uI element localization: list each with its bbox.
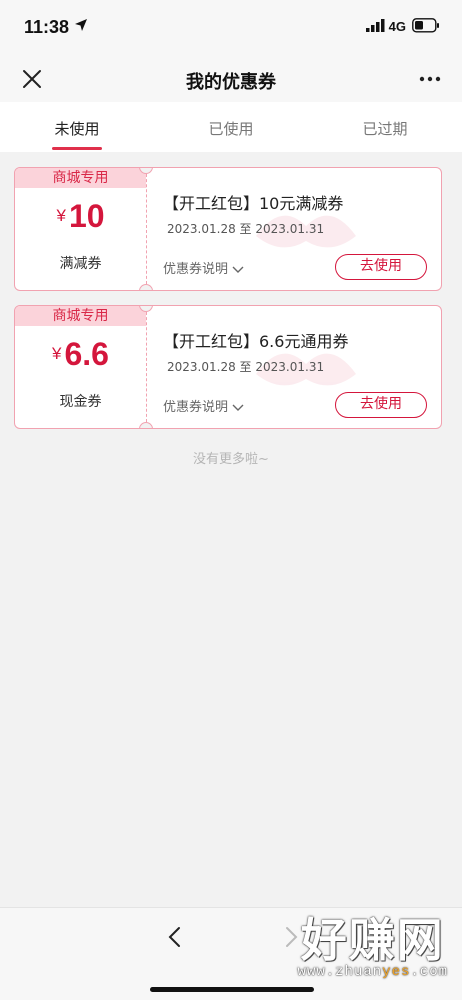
status-bar: 11:38 4G: [0, 0, 462, 56]
watermark-main-text: 好赚网: [300, 913, 445, 967]
coupon-info-toggle[interactable]: 优惠券说明: [163, 258, 244, 277]
nav-bar: 我的优惠券: [0, 56, 462, 102]
currency-symbol: ¥: [56, 206, 66, 225]
amount-value: 10: [68, 198, 105, 234]
coupon-tabs: 未使用 已使用 已过期: [0, 102, 462, 152]
tab-used[interactable]: 已使用: [154, 102, 308, 152]
coupon-divider: [146, 312, 147, 422]
location-arrow-icon: [75, 19, 87, 31]
coupon-title: 【开工红包】10元满减券: [163, 194, 344, 213]
coupon-divider: [146, 174, 147, 284]
use-coupon-button[interactable]: 去使用: [335, 254, 427, 280]
coupon-tag: 商城专用: [15, 306, 146, 326]
coupon-info-label: 优惠券说明: [163, 400, 229, 415]
date-start: 2023.01.28: [167, 360, 236, 374]
coupon-type: 满减券: [59, 256, 102, 272]
date-start: 2023.01.28: [167, 222, 236, 236]
coupon-info-label: 优惠券说明: [163, 262, 229, 277]
back-arrow-icon[interactable]: [164, 926, 186, 948]
coupon-amount: ¥6.6: [15, 336, 146, 373]
coupon-validity: 2023.01.28 至 2023.01.31: [167, 220, 324, 237]
tab-expired[interactable]: 已过期: [308, 102, 462, 152]
status-time: 11:38: [24, 17, 70, 37]
coupon-value-panel: 商城专用 ¥6.6 现金券: [15, 306, 146, 428]
signal-icon: [366, 19, 385, 32]
coupon-card: 商城专用 ¥6.6 现金券 【开工红包】6.6元通用券 2023.01.28 至…: [14, 305, 442, 429]
coupon-title: 【开工红包】6.6元通用券: [163, 332, 349, 351]
home-indicator: [150, 987, 314, 992]
watermark-url: www.zhuanyes.com: [298, 964, 448, 980]
watermark-url-part: www.zhuan: [297, 964, 383, 980]
more-icon[interactable]: [418, 67, 442, 91]
tab-unused[interactable]: 未使用: [0, 102, 154, 152]
battery-icon: [412, 18, 439, 33]
amount-value: 6.6: [64, 336, 109, 372]
site-watermark-logo: 好赚网 www.zhuanyes.com: [298, 916, 448, 980]
date-separator: 至: [239, 360, 252, 374]
bottom-toolbar: 好赚网 www.zhuanyes.com: [0, 907, 462, 1000]
no-more-note: 没有更多啦~: [193, 452, 269, 467]
coupon-tag: 商城专用: [15, 168, 146, 188]
use-coupon-button[interactable]: 去使用: [335, 392, 427, 418]
chevron-down-icon: [232, 266, 244, 273]
date-end: 2023.01.31: [255, 360, 325, 374]
coupon-validity: 2023.01.28 至 2023.01.31: [167, 358, 324, 375]
watermark-url-highlight: yes: [382, 964, 411, 980]
currency-symbol: ¥: [52, 344, 62, 363]
coupon-notch: [139, 284, 153, 290]
coupon-info-toggle[interactable]: 优惠券说明: [163, 396, 244, 415]
date-end: 2023.01.31: [255, 222, 325, 236]
coupon-amount: ¥10: [15, 198, 146, 235]
watermark-url-part: .com: [410, 964, 448, 980]
coupon-card: 商城专用 ¥10 满减券 【开工红包】10元满减券 2023.01.28 至 2…: [14, 167, 442, 291]
page-title: 我的优惠券: [186, 72, 276, 93]
chevron-down-icon: [232, 404, 244, 411]
coupon-notch: [139, 422, 153, 428]
coupon-type: 现金券: [59, 394, 102, 410]
network-label: 4G: [388, 19, 406, 34]
date-separator: 至: [239, 222, 252, 236]
coupon-value-panel: 商城专用 ¥10 满减券: [15, 168, 146, 290]
